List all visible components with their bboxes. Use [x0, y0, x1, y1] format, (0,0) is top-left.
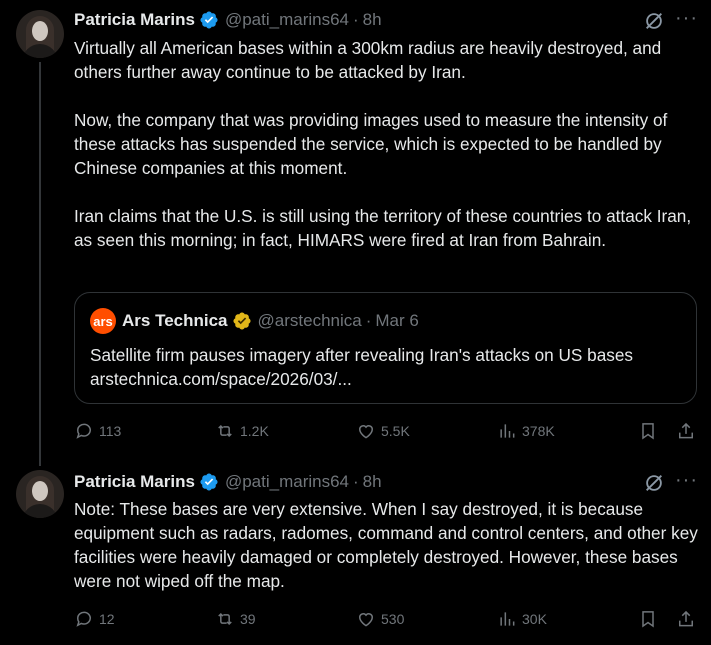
more-options-icon[interactable]: ··· [675, 470, 697, 494]
separator-dot: · [353, 10, 359, 29]
reply-count: 12 [99, 611, 115, 627]
like-button[interactable]: 5.5K [356, 419, 410, 443]
share-icon [679, 610, 693, 627]
repost-count: 1.2K [240, 423, 269, 439]
tweet-text: Note: These bases are very extensive. Wh… [74, 497, 698, 593]
tweet[interactable]: Patricia Marins @pati_marins64 · 8h ··· … [0, 455, 711, 645]
like-button[interactable]: 530 [356, 607, 404, 631]
repost-count: 39 [240, 611, 256, 627]
quoted-author-handle[interactable]: @arstechnica [258, 311, 362, 331]
views-button[interactable]: 378K [497, 419, 555, 443]
heart-icon [358, 425, 374, 439]
ars-technica-logo[interactable]: ars [90, 308, 116, 334]
author-name[interactable]: Patricia Marins [74, 10, 195, 30]
action-bar: 12 39 530 30K [74, 607, 698, 631]
action-bar: 113 1.2K 5.5K 378K [74, 419, 698, 443]
share-button[interactable] [676, 419, 696, 443]
grok-icon[interactable] [643, 10, 665, 32]
separator-dot: · [353, 472, 359, 491]
grok-icon[interactable] [643, 472, 665, 494]
view-count: 378K [522, 423, 555, 439]
reply-button[interactable]: 12 [74, 607, 115, 631]
reply-count: 113 [99, 423, 122, 439]
reply-icon [76, 423, 91, 439]
reply-icon [76, 611, 91, 627]
repost-icon [218, 424, 232, 438]
like-count: 530 [381, 611, 405, 627]
repost-icon [218, 612, 232, 626]
quoted-link[interactable]: arstechnica.com/space/2026/03/... [90, 367, 680, 391]
tweet-header: Patricia Marins @pati_marins64 · 8h [74, 470, 382, 494]
tweet-header: Patricia Marins @pati_marins64 · 8h [74, 8, 382, 32]
bookmark-icon [642, 423, 654, 440]
views-icon [500, 424, 515, 438]
avatar[interactable] [16, 10, 64, 58]
verified-badge-icon [199, 10, 219, 30]
quoted-tweet-header: ars Ars Technica @arstechnica · Mar 6 [90, 308, 419, 334]
quoted-text-line: Satellite firm pauses imagery after reve… [90, 345, 634, 365]
tweet-top-actions: ··· [643, 8, 697, 32]
avatar-face [32, 21, 48, 41]
bookmark-icon [642, 611, 654, 628]
tweet-paragraph: Now, the company that was providing imag… [74, 110, 668, 178]
timestamp[interactable]: 8h [363, 472, 382, 492]
tweet-text: Virtually all American bases within a 30… [74, 36, 698, 252]
quoted-author-name[interactable]: Ars Technica [122, 311, 228, 331]
tweet[interactable]: Patricia Marins @pati_marins64 · 8h ··· … [0, 0, 711, 466]
share-button[interactable] [676, 607, 696, 631]
verified-badge-icon [199, 472, 219, 492]
quoted-tweet-text: Satellite firm pauses imagery after reve… [90, 343, 680, 391]
quoted-tweet[interactable]: ars Ars Technica @arstechnica · Mar 6 Sa… [74, 292, 697, 404]
heart-icon [358, 613, 374, 627]
tweet-top-actions: ··· [643, 470, 697, 494]
view-count: 30K [522, 611, 547, 627]
avatar-face [32, 481, 48, 501]
tweet-paragraph: Virtually all American bases within a 30… [74, 38, 662, 82]
like-count: 5.5K [381, 423, 410, 439]
views-button[interactable]: 30K [497, 607, 547, 631]
repost-button[interactable]: 39 [215, 607, 256, 631]
author-handle[interactable]: @pati_marins64 [225, 472, 349, 492]
thread: Patricia Marins @pati_marins64 · 8h ··· … [0, 0, 711, 645]
reply-button[interactable]: 113 [74, 419, 121, 443]
repost-button[interactable]: 1.2K [215, 419, 269, 443]
more-options-icon[interactable]: ··· [675, 8, 697, 32]
avatar[interactable] [16, 470, 64, 518]
share-icon [679, 422, 693, 439]
author-name[interactable]: Patricia Marins [74, 472, 195, 492]
bookmark-button[interactable] [638, 419, 658, 443]
separator-dot: · [365, 311, 372, 330]
tweet-paragraph: Note: These bases are very extensive. Wh… [74, 499, 698, 591]
bookmark-button[interactable] [638, 607, 658, 631]
quoted-timestamp[interactable]: Mar 6 [375, 311, 418, 331]
timestamp[interactable]: 8h [363, 10, 382, 30]
gold-verified-badge-icon [232, 311, 252, 331]
thread-connector-line [39, 62, 41, 466]
views-icon [500, 612, 515, 626]
author-handle[interactable]: @pati_marins64 [225, 10, 349, 30]
tweet-paragraph: Iran claims that the U.S. is still using… [74, 206, 692, 250]
